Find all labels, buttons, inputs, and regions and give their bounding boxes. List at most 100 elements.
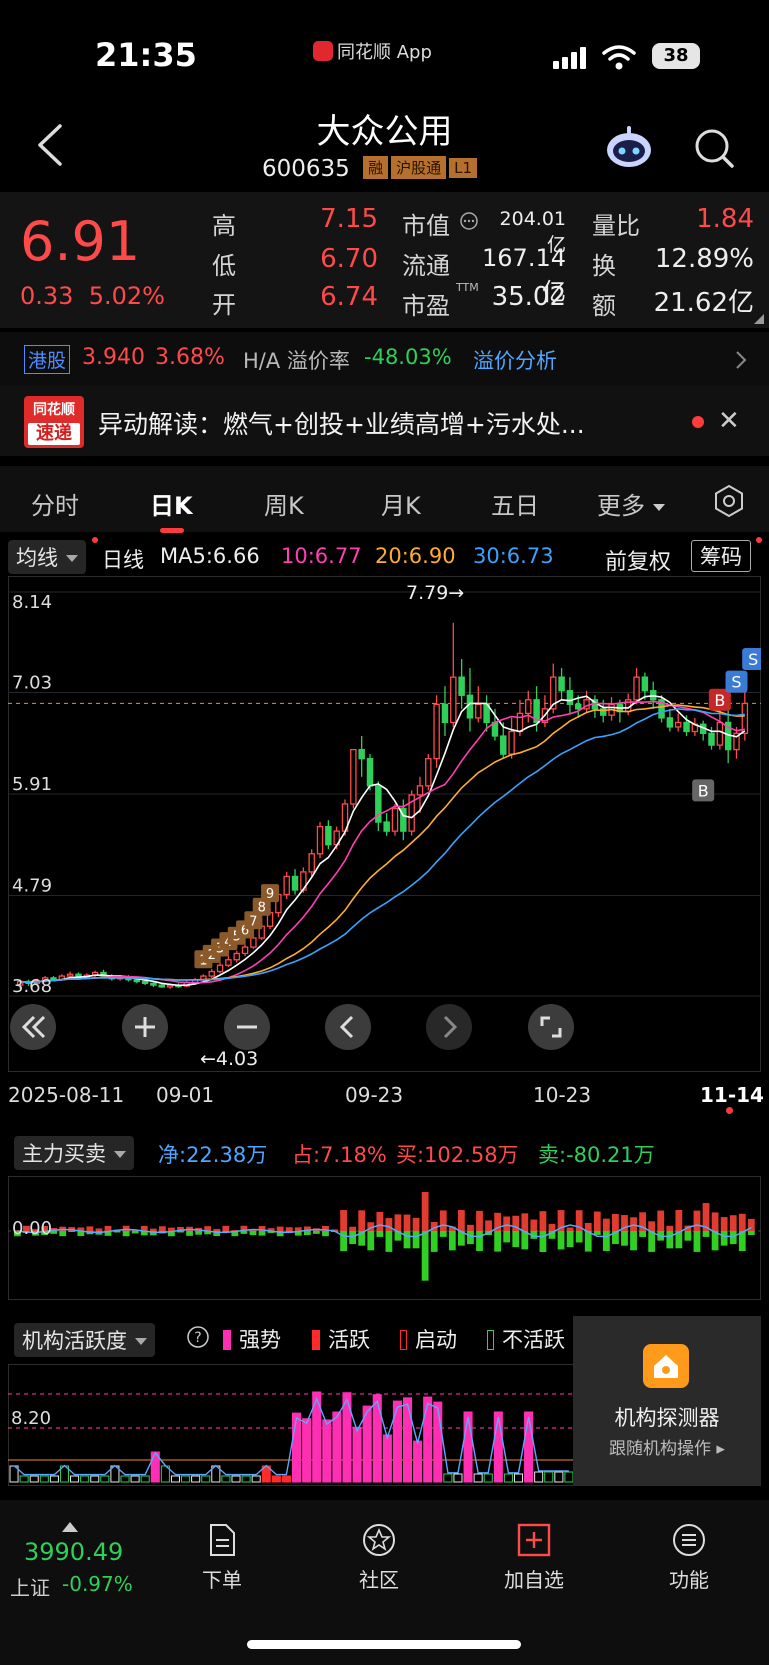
legend-active-label: 活跃	[328, 1328, 370, 1352]
kline-chart[interactable]: 8.147.035.914.793.68123456789BSSB	[8, 576, 761, 1072]
document-icon	[210, 1524, 235, 1556]
flow-buy-bar	[467, 1224, 474, 1231]
institution-bar	[201, 1475, 211, 1483]
flow-buy-bar	[412, 1217, 420, 1231]
tab-weekly[interactable]: 周K	[264, 486, 304, 521]
institution-level-label: 8.20	[11, 1408, 52, 1429]
indicator-dropdown[interactable]: 均线	[8, 540, 86, 574]
nav-functions[interactable]: 功能	[644, 1522, 734, 1593]
institution-bar	[352, 1426, 362, 1483]
fullscreen-icon	[540, 1016, 562, 1038]
chips-dot	[756, 537, 762, 543]
nav-add-watchlist[interactable]: 加自选	[489, 1522, 579, 1593]
chips-button[interactable]: 筹码	[691, 540, 751, 572]
tab-monthly[interactable]: 月K	[381, 486, 421, 521]
flow-sell-bar	[430, 1231, 438, 1252]
flow-buy-bar	[729, 1215, 737, 1231]
institution-bar	[140, 1475, 150, 1483]
institution-bar	[473, 1473, 483, 1483]
ma20-value: 20:6.90	[375, 544, 456, 568]
signal-marker: S	[725, 670, 748, 693]
flow-sell-bar	[693, 1231, 701, 1252]
sequence-marker-label: 9	[266, 887, 274, 902]
index-ticker[interactable]: 3990.49 上证 -0.97%	[10, 1518, 150, 1600]
candle-up	[674, 721, 682, 728]
tab-five-day[interactable]: 五日	[491, 486, 539, 521]
ai-assistant-icon[interactable]	[604, 124, 654, 170]
flow-sell-bar	[539, 1231, 547, 1252]
flow-buy-bar	[630, 1217, 637, 1231]
flow-buy-bar	[168, 1227, 175, 1231]
flow-sell-bar	[557, 1231, 565, 1250]
candle-up	[208, 970, 215, 977]
x-label-3: 10-23	[533, 1083, 592, 1107]
candle-down	[458, 676, 465, 696]
flow-dropdown[interactable]: 主力买卖	[14, 1136, 134, 1170]
stat-value-amount: 21.62亿	[653, 288, 754, 318]
adjust-button[interactable]: 前复权	[605, 544, 671, 576]
news-text[interactable]: 异动解读：燃气+创投+业绩高增+污水处...	[98, 405, 585, 441]
candle-down	[708, 732, 715, 746]
scroll-left-button[interactable]	[325, 1004, 371, 1050]
sequence-marker-label: 8	[258, 901, 266, 916]
candle-down	[683, 721, 690, 733]
info-icon[interactable]	[459, 211, 479, 231]
unread-dot	[692, 416, 704, 428]
flow-buy-bar	[539, 1211, 547, 1231]
stat-value-volratio: 1.84	[696, 204, 754, 234]
tab-daily[interactable]: 日K	[150, 486, 193, 521]
help-icon[interactable]: ?	[186, 1325, 210, 1349]
premium-analysis-link[interactable]: 溢价分析	[473, 345, 557, 375]
institution-bar	[322, 1419, 332, 1483]
scroll-right-button[interactable]	[426, 1004, 472, 1050]
tab-intraday[interactable]: 分时	[31, 486, 79, 521]
index-value: 3990.49	[24, 1538, 124, 1566]
legend-strong-swatch	[223, 1330, 231, 1350]
settings-hexagon-icon[interactable]	[712, 484, 746, 518]
nav-community[interactable]: 社区	[334, 1522, 424, 1593]
stat-label-high: 高	[212, 212, 236, 240]
candle-up	[633, 676, 640, 701]
nav-order[interactable]: 下单	[177, 1522, 267, 1593]
flow-buy-bar	[86, 1226, 94, 1231]
ma10-value: 10:6.77	[281, 544, 362, 568]
zoom-out-button[interactable]	[224, 1004, 270, 1050]
flow-sell-bar	[313, 1231, 320, 1234]
close-icon[interactable]: ✕	[718, 406, 740, 436]
home-indicator[interactable]	[247, 1640, 521, 1649]
chevron-right-icon[interactable]	[735, 350, 747, 370]
hk-pct: 3.68%	[155, 345, 225, 370]
flow-sell-bar	[630, 1231, 637, 1251]
flow-chart[interactable]	[8, 1176, 761, 1300]
flow-buy-bar	[521, 1213, 529, 1231]
signal-marker-label: S	[731, 673, 741, 692]
stat-label-mktcap: 市值	[402, 212, 450, 240]
signal-icon	[553, 47, 587, 69]
ma5-value: MA5:6.66	[160, 544, 260, 568]
institution-detector-card[interactable]: 机构探测器 跟随机构操作 ▸	[573, 1316, 761, 1486]
institution-bar	[70, 1475, 80, 1483]
tab-more[interactable]: 更多	[597, 486, 665, 521]
search-icon[interactable]	[694, 128, 734, 168]
flow-sell-bar	[322, 1231, 329, 1237]
flow-buy-bar	[340, 1210, 347, 1231]
scroll-left-fast-button[interactable]	[10, 1004, 56, 1050]
zoom-in-button[interactable]	[122, 1004, 168, 1050]
legend-strong: 强势	[223, 1324, 281, 1354]
double-chevron-left-icon	[21, 1015, 46, 1039]
flow-sell-bar	[258, 1231, 266, 1236]
expand-corner-icon[interactable]	[754, 314, 764, 324]
flow-sell-bar	[702, 1231, 710, 1237]
candle-down	[325, 825, 332, 846]
flow-sell-bar	[439, 1231, 447, 1237]
flow-buy-bar	[602, 1218, 610, 1231]
flow-buy: 买:102.58万	[396, 1143, 519, 1167]
ma10-line	[20, 700, 745, 984]
flow-buy-bar	[720, 1217, 728, 1231]
flow-buy-bar	[349, 1226, 357, 1231]
flow-sell-bar	[240, 1231, 248, 1234]
fullscreen-button[interactable]	[528, 1004, 574, 1050]
institution-dropdown[interactable]: 机构活跃度	[14, 1323, 155, 1357]
candle-up	[308, 853, 315, 873]
wifi-icon	[602, 45, 636, 70]
